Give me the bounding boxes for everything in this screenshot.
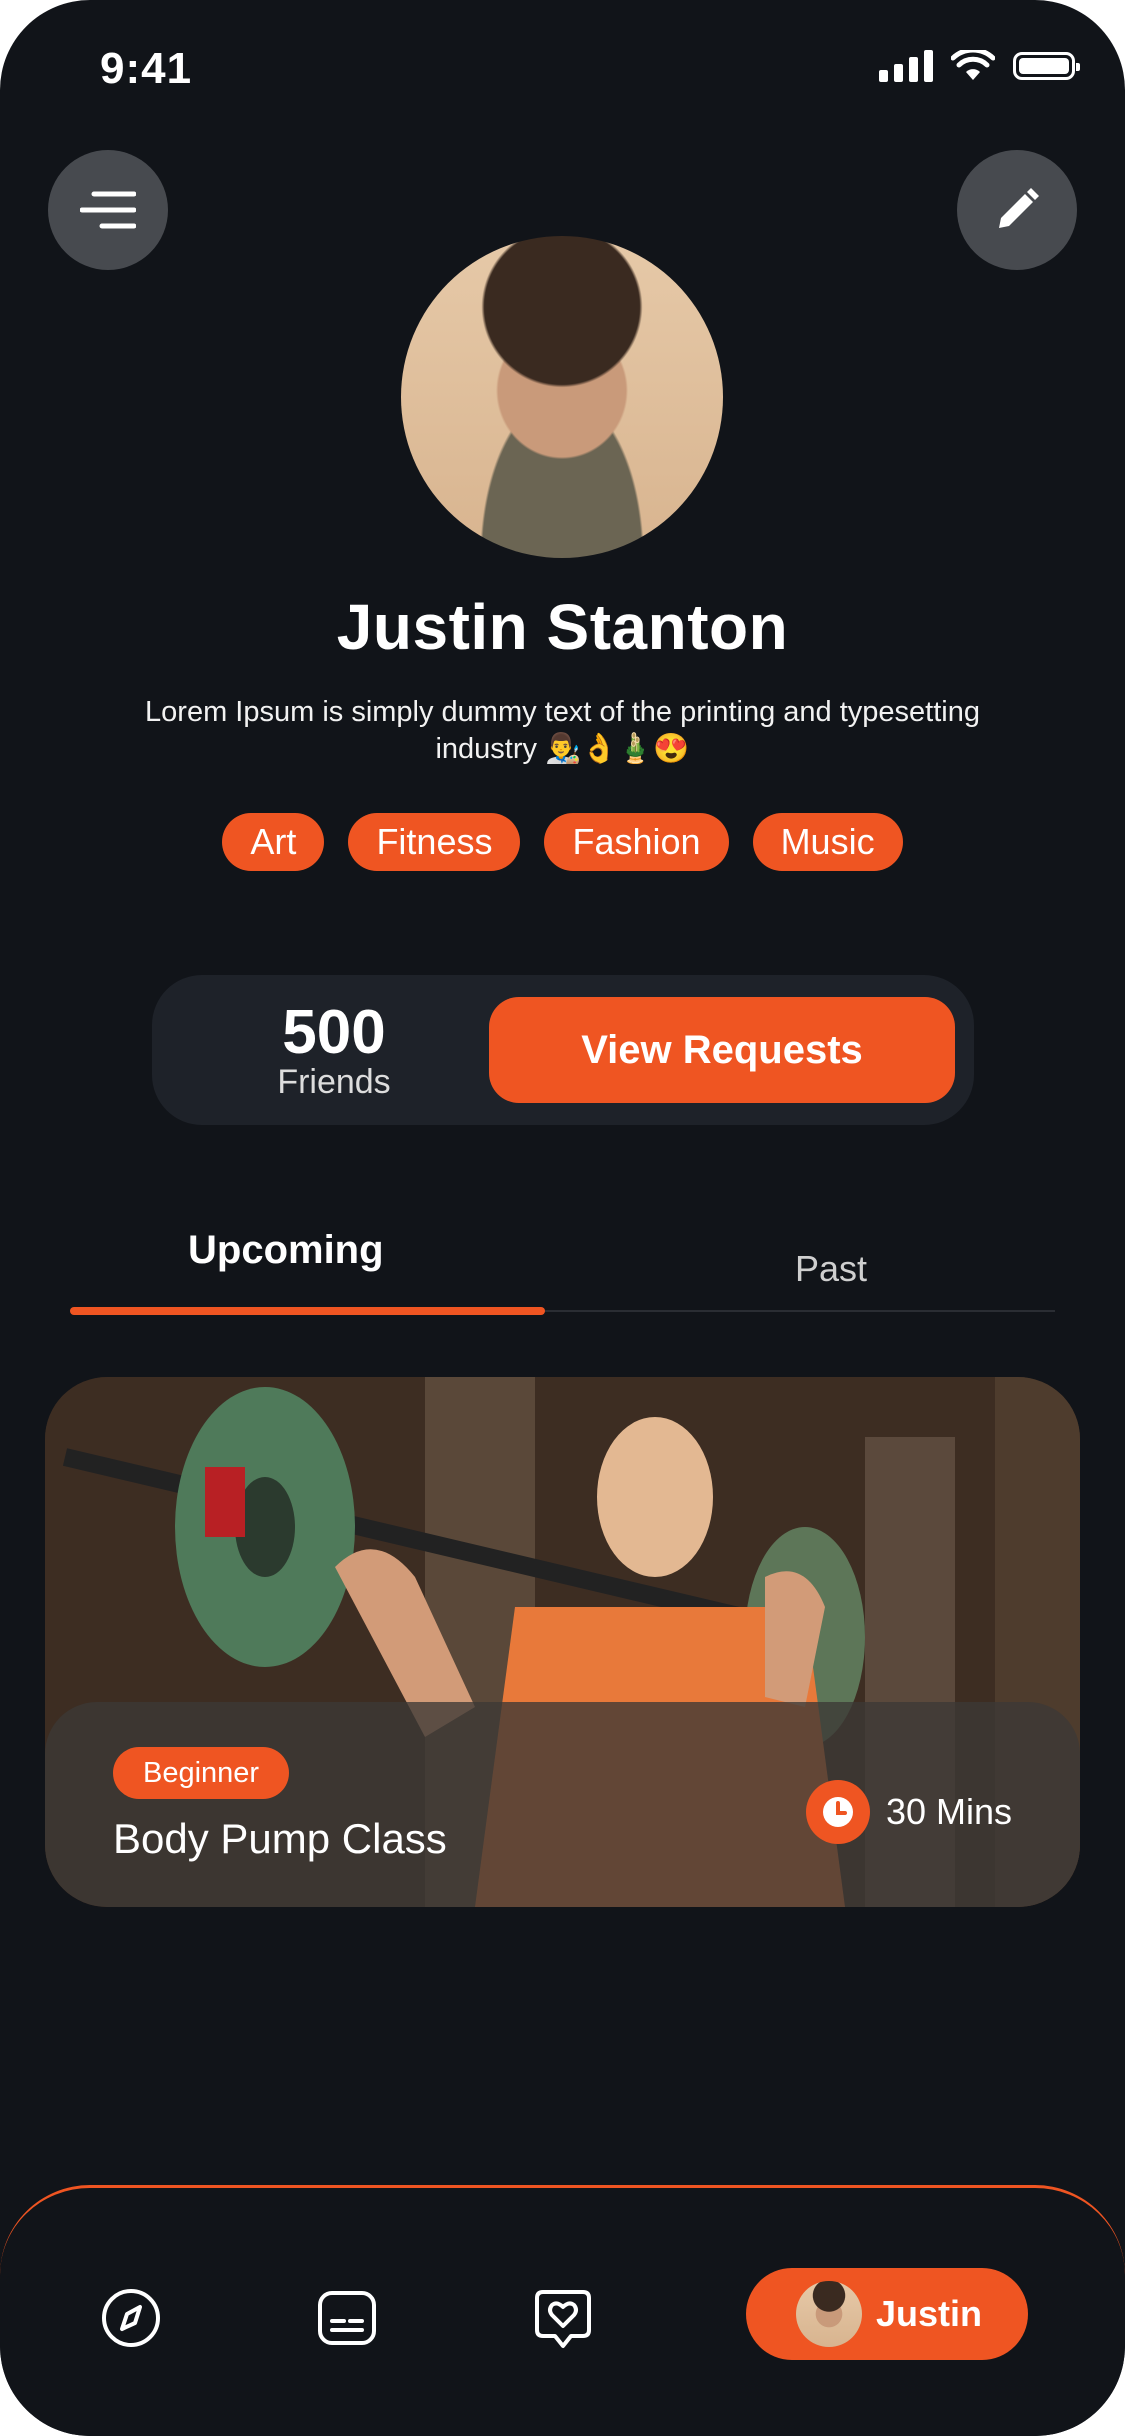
captions-icon[interactable] [314, 2285, 380, 2351]
wifi-icon [951, 50, 995, 80]
status-time: 9:41 [100, 44, 193, 93]
tag-art[interactable]: Art [222, 813, 325, 871]
class-card[interactable]: Beginner Body Pump Class 30 Mins [45, 1377, 1080, 1907]
class-duration: 30 Mins [805, 1780, 1012, 1844]
edit-profile-button[interactable] [957, 150, 1077, 270]
friends-card: 500 Friends View Requests [152, 975, 974, 1125]
friends-count: 500 [282, 998, 386, 1067]
interest-tags: Art Fitness Fashion Music [0, 813, 1125, 871]
clock-icon [805, 1780, 870, 1844]
bottom-nav: Justin [0, 2185, 1125, 2436]
tag-music[interactable]: Music [752, 813, 903, 871]
profile-avatar [401, 236, 723, 558]
level-badge: Beginner [113, 1747, 290, 1799]
class-title: Body Pump Class [113, 1815, 447, 1862]
tag-fashion[interactable]: Fashion [544, 813, 729, 871]
phone-screen: 9:41 Justin Stanton Lorem Ipsum is simpl… [0, 0, 1125, 2436]
heart-chat-icon[interactable] [530, 2285, 596, 2351]
menu-icon [80, 191, 136, 229]
status-icons [879, 50, 1080, 82]
battery-icon [1013, 52, 1080, 80]
tab-past[interactable]: Past [795, 1248, 867, 1290]
profile-bio: Lorem Ipsum is simply dummy text of the … [145, 696, 980, 765]
nav-profile-button[interactable]: Justin [746, 2268, 1028, 2360]
tab-upcoming[interactable]: Upcoming [188, 1228, 384, 1273]
view-requests-button[interactable]: View Requests [489, 997, 955, 1103]
signal-icon [879, 50, 933, 82]
friends-label: Friends [277, 1063, 391, 1101]
tab-active-indicator [70, 1307, 545, 1315]
profile-name: Justin Stanton [336, 591, 789, 663]
compass-icon[interactable] [98, 2285, 164, 2351]
duration-text: 30 Mins [885, 1791, 1012, 1832]
nav-avatar [796, 2281, 862, 2347]
tag-fitness[interactable]: Fitness [348, 813, 521, 871]
menu-button[interactable] [48, 150, 168, 270]
nav-profile-name: Justin [876, 2293, 983, 2334]
class-info-panel: Beginner Body Pump Class 30 Mins [45, 1702, 1080, 1907]
pencil-icon [999, 188, 1039, 228]
